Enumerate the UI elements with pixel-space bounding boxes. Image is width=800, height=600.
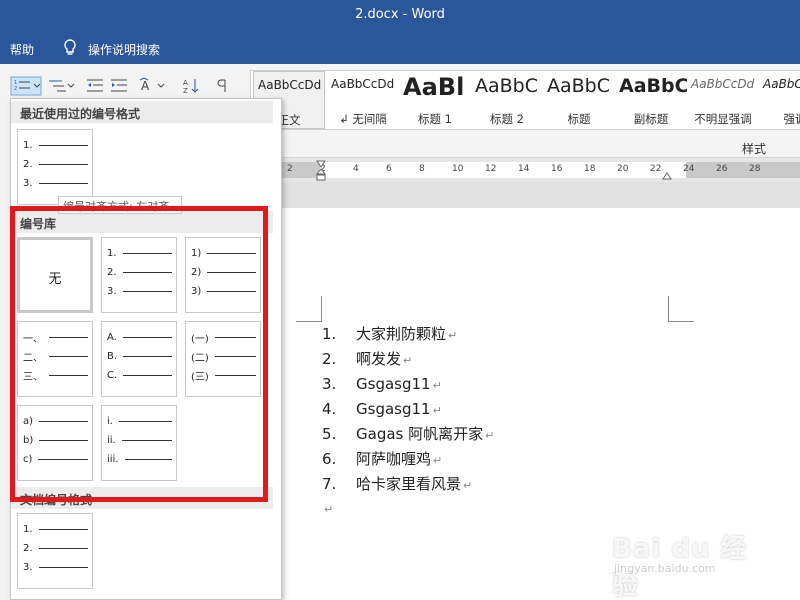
- svg-text:Z: Z: [183, 87, 188, 95]
- ruler-text-area: [320, 162, 686, 178]
- recent-formats-header: 最近使用过的编号格式: [11, 101, 273, 123]
- ruler-tick-label: 22: [650, 164, 662, 174]
- list-item-number: 2.: [322, 350, 337, 368]
- lightbulb-icon: [62, 38, 78, 58]
- ruler-tick-label: 20: [617, 164, 629, 174]
- style-no-spacing[interactable]: AaBbCcDd ↲ 无间隔: [327, 71, 399, 129]
- paragraph-mark: ↵: [463, 479, 473, 492]
- list-item[interactable]: 7. 哈卡家里看风景 ↵: [322, 472, 472, 496]
- style-subtle-emphasis[interactable]: AaBbCcDd 不明显强调: [687, 71, 759, 129]
- tab-help[interactable]: 帮助: [10, 41, 34, 58]
- list-item[interactable]: 4. Gsgasg11 ↵: [322, 397, 442, 421]
- list-item-text: Gagas 阿帆离开家: [356, 425, 484, 443]
- document-format-tile[interactable]: 1. 2. 3.: [17, 513, 93, 589]
- style-heading-2[interactable]: AaBbC 标题 2: [471, 71, 543, 129]
- menu-bar: 帮助 操作说明搜索: [0, 32, 800, 64]
- svg-text:A: A: [141, 79, 150, 93]
- list-item-number: 7.: [322, 475, 337, 493]
- recent-format-tile[interactable]: 1. 2. 3.: [17, 129, 93, 205]
- list-item-number: 4.: [322, 400, 337, 418]
- right-indent-marker-icon[interactable]: [662, 170, 672, 180]
- ruler-tick-label: 18: [584, 164, 596, 174]
- paragraph-mark: ↵: [485, 429, 495, 442]
- title-bar: 2.docx - Word: [0, 0, 800, 32]
- highlight-box: [10, 206, 268, 502]
- ruler-tick-label: 16: [551, 164, 563, 174]
- style-heading-1[interactable]: AaBl 标题 1: [399, 71, 471, 129]
- empty-paragraph[interactable]: ↵: [322, 496, 333, 520]
- show-marks-icon[interactable]: [212, 74, 234, 98]
- svg-text:2: 2: [14, 86, 17, 92]
- increase-indent-icon[interactable]: [108, 74, 130, 98]
- style-title[interactable]: AaBbC 标题: [543, 71, 615, 129]
- list-item[interactable]: 3. Gsgasg11 ↵: [322, 372, 442, 396]
- watermark-url: jingyan.baidu.com: [614, 562, 716, 575]
- list-item-number: 6.: [322, 450, 337, 468]
- baidu-watermark: Bai du 经验 jingyan.baidu.com: [612, 528, 762, 600]
- ruler-tick-label: 14: [518, 164, 530, 174]
- list-item-text: Gsgasg11: [356, 400, 431, 418]
- margin-corner-top-right: [668, 296, 694, 322]
- list-item[interactable]: 5. Gagas 阿帆离开家 ↵: [322, 422, 494, 446]
- indent-marker-icon[interactable]: [316, 160, 326, 182]
- paragraph-mark: ↵: [433, 454, 443, 467]
- list-item-text: 大家荆防颗粒: [356, 325, 447, 343]
- ruler-tick-label: 8: [419, 164, 425, 174]
- styles-gallery: AaBbCcDd 正文 AaBbCcDd ↲ 无间隔 AaBl 标题 1 AaB…: [250, 70, 800, 130]
- paragraph-mark: ↵: [403, 354, 413, 367]
- ruler-tick-label: 24: [683, 164, 695, 174]
- ruler-tick-label: 28: [749, 164, 761, 174]
- ruler-tick-label: 26: [716, 164, 728, 174]
- ruler-tick-label: 6: [386, 164, 392, 174]
- paragraph-mark: ↵: [432, 404, 442, 417]
- list-item-number: 1.: [322, 325, 337, 343]
- list-item-text: 哈卡家里看风景: [356, 475, 462, 493]
- style-subtitle[interactable]: AaBbC 副标题: [615, 71, 687, 129]
- list-item-text: 阿萨咖喱鸡: [356, 450, 432, 468]
- margin-corner-top-left: [296, 296, 322, 322]
- decrease-indent-icon[interactable]: [84, 74, 106, 98]
- list-item-number: 5.: [322, 425, 337, 443]
- style-emphasis[interactable]: AaBbCcDd 强调: [759, 71, 800, 129]
- tell-me-search[interactable]: 操作说明搜索: [88, 41, 160, 58]
- list-item[interactable]: 1. 大家荆防颗粒 ↵: [322, 322, 457, 346]
- multilevel-list-button[interactable]: [46, 74, 76, 98]
- styles-group-label: 样式: [742, 142, 767, 156]
- list-item-number: 3.: [322, 375, 337, 393]
- list-item[interactable]: 2. 啊发发 ↵: [322, 347, 412, 371]
- ruler-tick-label: 10: [452, 164, 464, 174]
- ruler-tick-label: 2: [287, 164, 293, 174]
- text-direction-icon[interactable]: A: [138, 74, 168, 98]
- ribbon-left-edge: [0, 98, 10, 600]
- paragraph-mark: ↵: [448, 329, 458, 342]
- window-title: 2.docx - Word: [355, 7, 445, 22]
- svg-text:A: A: [183, 79, 188, 87]
- list-item-text: Gsgasg11: [356, 375, 431, 393]
- ruler-tick-label: 4: [353, 164, 359, 174]
- sort-icon[interactable]: AZ: [180, 74, 202, 98]
- ruler-tick-label: 12: [485, 164, 497, 174]
- horizontal-ruler[interactable]: 2 2 4 6 8 10 12 14 16 18 20 22 24 26 28: [282, 158, 800, 182]
- list-item-text: 啊发发: [356, 350, 402, 368]
- list-item[interactable]: 6. 阿萨咖喱鸡 ↵: [322, 447, 442, 471]
- paragraph-mark: ↵: [432, 379, 442, 392]
- numbering-button[interactable]: 12: [10, 74, 42, 98]
